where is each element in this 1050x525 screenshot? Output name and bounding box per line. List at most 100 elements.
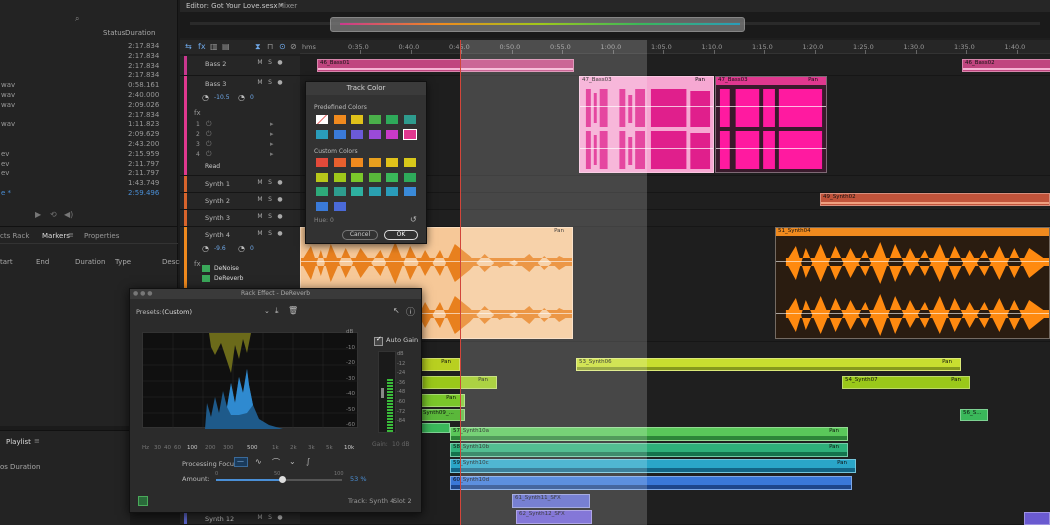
record-button[interactable]: ● [275, 79, 285, 86]
solo-button[interactable]: S [265, 230, 275, 237]
automation-mode[interactable]: Read [205, 163, 220, 170]
clip-synth06[interactable]: 53_Synth06 Pan [576, 358, 961, 371]
status-column-header[interactable]: Status [103, 29, 125, 37]
gain-slider-handle[interactable] [381, 388, 384, 398]
chevron-right-icon[interactable]: ▸ [270, 130, 274, 138]
mute-button[interactable]: M [255, 213, 265, 220]
track-name[interactable]: Bass 2 [205, 60, 226, 68]
meter-icon[interactable]: ▥ [210, 42, 218, 51]
chevron-right-icon[interactable]: ▸ [270, 140, 274, 148]
volume-knob-icon[interactable]: ◔ [202, 244, 209, 253]
predefined-color-swatch[interactable] [351, 130, 363, 139]
clip-synth09[interactable]: Synth09_... [420, 409, 465, 421]
file-row[interactable]: 1:43.749 [0, 179, 178, 189]
track-name[interactable]: Synth 2 [205, 197, 230, 205]
file-row[interactable]: 2:17.834 [0, 111, 178, 121]
power-icon[interactable]: ⏻ [206, 130, 212, 139]
play-icon[interactable]: ▶ [35, 210, 41, 219]
save-preset-icon[interactable]: ⤓ [275, 306, 279, 316]
chevron-right-icon[interactable]: ▸ [270, 120, 274, 128]
clip-bass03-a[interactable]: 47_Bass03 Pan [579, 76, 714, 173]
track-volume[interactable]: -10.5 [214, 94, 230, 101]
custom-color-swatch[interactable] [386, 187, 398, 196]
file-row[interactable]: wav 1:11.823 [0, 120, 178, 130]
predefined-color-swatch[interactable] [402, 129, 417, 140]
pan-knob-icon[interactable]: ◔ [238, 244, 245, 253]
mute-button[interactable]: M [255, 514, 265, 521]
custom-color-swatch[interactable] [403, 187, 416, 196]
column-duration[interactable]: Duration [75, 258, 105, 266]
tab-properties[interactable]: Properties [84, 232, 119, 240]
time-icon[interactable]: ⊙ [279, 42, 286, 51]
pan-knob-icon[interactable]: ◔ [238, 93, 245, 102]
custom-color-swatch[interactable] [351, 158, 363, 167]
custom-color-swatch[interactable] [351, 172, 363, 182]
clip-bass03-b[interactable]: 47_Bass03 Pan [715, 76, 827, 173]
track-name[interactable]: Bass 3 [205, 80, 226, 88]
column-end[interactable]: End [36, 258, 49, 266]
record-button[interactable]: ● [275, 213, 285, 220]
effect-name[interactable]: DeReverb [214, 275, 243, 282]
focus-custom-button[interactable]: ∫ [306, 457, 310, 466]
delete-preset-icon[interactable]: 🗑 [288, 306, 298, 315]
power-icon[interactable]: ⏻ [206, 140, 212, 149]
track-color-bar[interactable] [184, 210, 187, 226]
custom-color-swatch[interactable] [386, 158, 398, 167]
playhead[interactable] [460, 40, 461, 525]
predefined-color-swatch[interactable] [403, 115, 416, 124]
record-button[interactable]: ● [275, 196, 285, 203]
speaker-icon[interactable]: ◀) [64, 210, 73, 219]
solo-button[interactable]: S [265, 213, 275, 220]
tab-mixer[interactable]: Mixer [278, 2, 297, 10]
fx-icon[interactable]: fx [194, 260, 201, 268]
window-controls-icon[interactable]: ● ● ● [133, 290, 153, 297]
clip-synth02[interactable]: 49_Synth02 [820, 193, 1050, 206]
solo-button[interactable]: S [265, 514, 275, 521]
custom-color-swatch[interactable] [351, 187, 363, 196]
hue-value[interactable]: 0 [330, 217, 334, 224]
move-tool-icon[interactable]: ⇆ [185, 42, 192, 51]
clip-synth12-sfx[interactable]: 62_Synth12_SFX [516, 510, 592, 524]
clip-synth12-b[interactable] [1024, 512, 1050, 525]
track-color-bar[interactable] [184, 176, 187, 192]
mute-button[interactable]: M [255, 59, 265, 66]
track-color-bar[interactable] [184, 76, 187, 175]
record-button[interactable]: ● [275, 230, 285, 237]
info-icon[interactable]: ⓘ [406, 305, 415, 318]
custom-color-swatch[interactable] [333, 172, 346, 182]
file-row[interactable]: 2:17.834 [0, 71, 178, 81]
track-color-bar[interactable] [184, 193, 187, 209]
clip-synth10d[interactable]: 60_Synth10d [450, 476, 852, 490]
record-button[interactable]: ● [275, 179, 285, 186]
track-pan[interactable]: 0 [250, 245, 254, 252]
amount-value[interactable]: 53 % [350, 475, 367, 483]
clip-synth11-sfx[interactable]: 61_Synth11_SFX [512, 494, 590, 508]
file-row[interactable]: ev 2:11.797 [0, 169, 178, 179]
effect-name[interactable]: DeNoise [214, 265, 239, 272]
clip-synth10a[interactable]: 57_Synth10a Pan [450, 427, 848, 441]
mixer-icon[interactable]: ▤ [222, 42, 230, 51]
curve-icon[interactable]: ↖ [393, 306, 400, 315]
file-row[interactable]: e * 2:59.496 [0, 189, 178, 199]
custom-color-swatch[interactable] [333, 201, 346, 211]
clip-synth04-b[interactable]: 51_Synth04 [775, 227, 1050, 339]
mute-button[interactable]: M [255, 179, 265, 186]
column-duration[interactable]: Duration [10, 463, 40, 471]
record-button[interactable]: ● [275, 514, 285, 521]
session-overview[interactable] [180, 12, 1050, 38]
focus-mid-button[interactable]: ⌒ [272, 457, 280, 468]
duration-column-header[interactable]: Duration [125, 29, 155, 37]
custom-color-swatch[interactable] [368, 158, 381, 167]
ok-button[interactable]: OK [384, 230, 418, 240]
custom-color-swatch[interactable] [368, 172, 381, 182]
custom-color-swatch[interactable] [403, 172, 416, 182]
file-row[interactable]: wav 0:58.161 [0, 81, 178, 91]
track-color-bar[interactable] [184, 56, 187, 75]
power-icon[interactable] [138, 496, 148, 506]
clip-bass01[interactable]: 46_Bass01 [317, 59, 574, 72]
clip-synth10b[interactable]: 58_Synth10b Pan [450, 443, 848, 457]
timeline-ruler[interactable]: hms 0:35.00:40.00:45.00:50.00:55.01:00.0… [300, 40, 1050, 54]
track-volume[interactable]: -9.6 [214, 245, 226, 252]
tab-playlist[interactable]: Playlist [6, 438, 31, 446]
mute-button[interactable]: M [255, 196, 265, 203]
